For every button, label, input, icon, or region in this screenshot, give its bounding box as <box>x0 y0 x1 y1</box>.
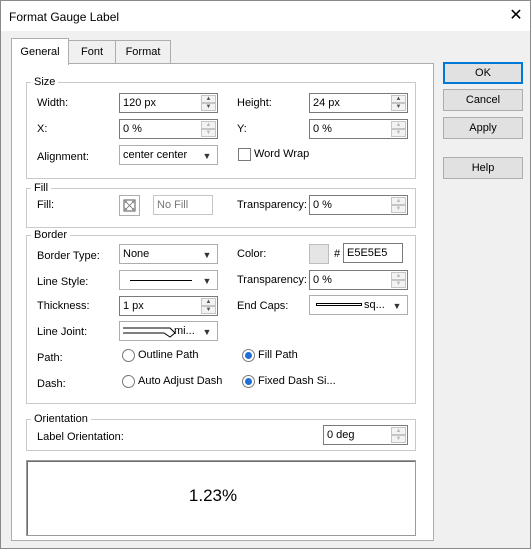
line-style-sample <box>130 280 192 281</box>
tab-general-label: General <box>20 46 60 58</box>
label-orientation-field[interactable]: 0 deg ▲ ▼ <box>323 425 408 445</box>
width-label: Width: <box>37 97 69 109</box>
fill-path-radio[interactable] <box>242 349 255 362</box>
label-orientation-label: Label Orientation: <box>37 431 124 443</box>
height-stepper[interactable]: ▲ ▼ <box>391 95 406 111</box>
fill-transparency-value: 0 % <box>313 199 332 211</box>
label-orientation-value: 0 deg <box>327 429 355 441</box>
line-joint-value: mi... <box>174 325 195 337</box>
fill-transparency-stepper[interactable]: ▲ ▼ <box>391 197 406 213</box>
fill-group-title: Fill <box>31 182 52 195</box>
end-caps-value: sq... <box>364 299 385 311</box>
outline-path-label: Outline Path <box>138 349 199 361</box>
end-caps-label: End Caps: <box>237 300 289 312</box>
tab-font-label: Font <box>80 46 103 58</box>
border-transparency-field[interactable]: 0 % ▲ ▼ <box>309 270 408 290</box>
title-bar: Format Gauge Label ✕ <box>1 1 530 31</box>
path-label: Path: <box>37 352 63 364</box>
dialog-title: Format Gauge Label <box>9 10 120 24</box>
line-style-label: Line Style: <box>37 276 89 288</box>
line-style-select[interactable]: ▼ <box>119 270 218 290</box>
border-type-label: Border Type: <box>37 250 100 262</box>
height-label: Height: <box>237 97 272 109</box>
end-caps-sample <box>316 303 362 306</box>
color-hash: # <box>334 248 341 260</box>
border-transparency-value: 0 % <box>313 274 332 286</box>
border-transparency-stepper[interactable]: ▲ ▼ <box>391 272 406 288</box>
thickness-label: Thickness: <box>37 300 90 312</box>
tab-format-label: Format <box>125 46 161 58</box>
no-fill-icon <box>123 199 136 212</box>
line-joint-label: Line Joint: <box>37 326 88 338</box>
label-preview: 1.23% <box>26 460 416 536</box>
y-field[interactable]: 0 % ▲ ▼ <box>309 119 408 139</box>
chevron-down-icon: ▼ <box>202 250 212 260</box>
width-field[interactable]: 120 px ▲ ▼ <box>119 93 218 113</box>
border-type-select[interactable]: None ▼ <box>119 244 218 264</box>
fixed-dash-size-radio[interactable] <box>242 375 255 388</box>
dash-label: Dash: <box>37 378 66 390</box>
auto-adjust-dash-label: Auto Adjust Dash <box>138 375 223 387</box>
fixed-dash-size-label: Fixed Dash Si... <box>258 375 336 387</box>
border-transparency-label: Transparency: <box>237 274 307 286</box>
end-caps-select[interactable]: sq... ▼ <box>309 295 408 315</box>
orientation-group-title: Orientation <box>31 413 91 426</box>
color-hex-value: E5E5E5 <box>347 247 388 259</box>
fill-transparency-label: Transparency: <box>237 199 307 211</box>
alignment-label: Alignment: <box>37 151 89 163</box>
line-joint-sample-icon <box>123 327 176 338</box>
tab-format[interactable]: Format <box>115 40 171 63</box>
ok-button[interactable]: OK <box>443 62 523 84</box>
tab-font[interactable]: Font <box>67 40 117 63</box>
label-orientation-stepper[interactable]: ▲ ▼ <box>391 427 406 443</box>
color-hex-field[interactable]: E5E5E5 <box>343 243 403 263</box>
alignment-value: center center <box>123 149 188 161</box>
preview-value: 1.23% <box>188 486 238 505</box>
auto-adjust-dash-radio[interactable] <box>122 375 135 388</box>
border-group-title: Border <box>31 229 71 242</box>
chevron-down-icon: ▼ <box>202 151 212 161</box>
tab-general[interactable]: General <box>11 38 69 65</box>
outline-path-radio[interactable] <box>122 349 135 362</box>
height-value: 24 px <box>313 97 340 109</box>
size-group-title: Size <box>31 76 59 89</box>
y-value: 0 % <box>313 123 332 135</box>
close-icon[interactable]: ✕ <box>506 6 526 26</box>
fill-color-button[interactable] <box>119 195 140 216</box>
fill-value: No Fill <box>157 199 189 211</box>
fill-transparency-field[interactable]: 0 % ▲ ▼ <box>309 195 408 215</box>
chevron-down-icon: ▼ <box>202 327 212 337</box>
border-type-value: None <box>123 248 150 260</box>
color-label: Color: <box>237 248 267 260</box>
x-label: X: <box>37 123 48 135</box>
width-stepper[interactable]: ▲ ▼ <box>201 95 216 111</box>
height-field[interactable]: 24 px ▲ ▼ <box>309 93 408 113</box>
chevron-down-icon: ▼ <box>392 301 402 311</box>
word-wrap-label: Word Wrap <box>254 148 310 160</box>
x-field[interactable]: 0 % ▲ ▼ <box>119 119 218 139</box>
x-stepper[interactable]: ▲ ▼ <box>201 121 216 137</box>
chevron-down-icon: ▼ <box>202 276 212 286</box>
thickness-value: 1 px <box>123 300 144 312</box>
help-button[interactable]: Help <box>443 157 523 179</box>
border-color-swatch[interactable] <box>309 244 329 264</box>
apply-button[interactable]: Apply <box>443 117 523 139</box>
thickness-stepper[interactable]: ▲ ▼ <box>201 298 216 314</box>
fill-label: Fill: <box>37 199 55 211</box>
cancel-button[interactable]: Cancel <box>443 89 523 111</box>
fill-path-label: Fill Path <box>258 349 298 361</box>
y-label: Y: <box>237 123 247 135</box>
word-wrap-checkbox[interactable] <box>238 148 251 161</box>
fill-value-field[interactable]: No Fill <box>153 195 213 215</box>
y-stepper[interactable]: ▲ ▼ <box>391 121 406 137</box>
alignment-select[interactable]: center center ▼ <box>119 145 218 165</box>
thickness-field[interactable]: 1 px ▲ ▼ <box>119 296 218 316</box>
line-joint-select[interactable]: mi... ▼ <box>119 321 218 341</box>
x-value: 0 % <box>123 123 142 135</box>
width-value: 120 px <box>123 97 157 109</box>
